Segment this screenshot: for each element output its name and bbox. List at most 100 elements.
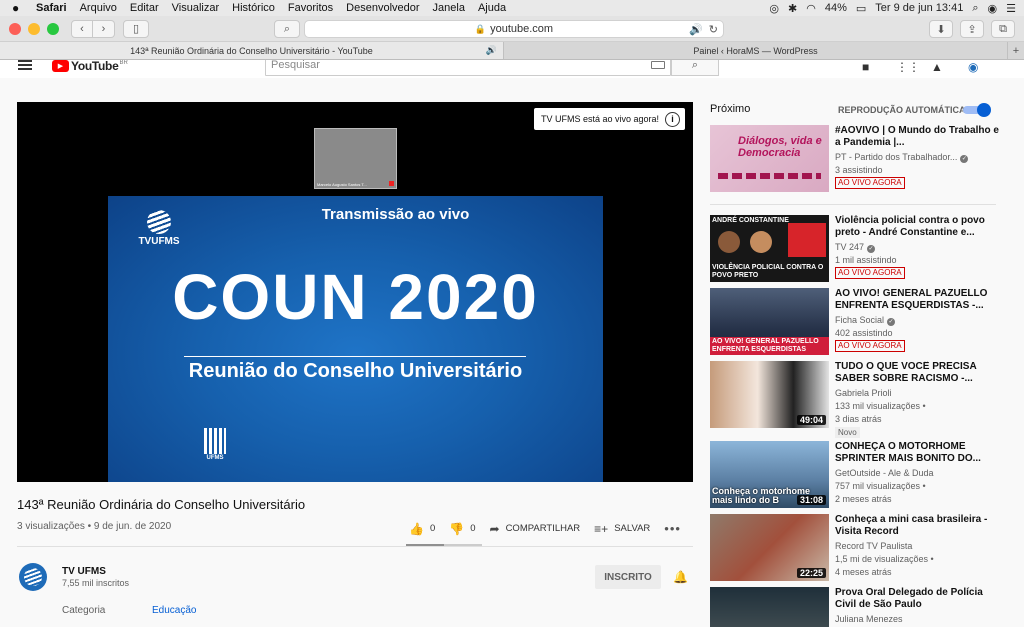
recommendation-item[interactable]: Diálogos, vida e Democracia #AOVIVO | O … xyxy=(710,125,1010,193)
menu-historico[interactable]: Histórico xyxy=(232,2,275,14)
menu-app[interactable]: Safari xyxy=(36,2,67,14)
menu-janela[interactable]: Janela xyxy=(433,2,465,14)
youtube-logo[interactable]: ▶ YouTube BR xyxy=(52,60,128,73)
more-actions-icon[interactable]: ••• xyxy=(664,521,681,536)
thumbnail-text: Diálogos, vida e Democracia xyxy=(738,135,822,159)
channel-avatar[interactable] xyxy=(19,563,47,591)
create-video-icon[interactable]: ■ xyxy=(862,60,869,74)
live-now-badge[interactable]: TV UFMS está ao vivo agora! i xyxy=(533,108,685,130)
rec-channel[interactable]: GetOutside - Ale & Duda xyxy=(835,468,934,478)
rec-title[interactable]: AO VIVO! GENERAL PAZUELLO ENFRENTA ESQUE… xyxy=(835,288,1003,312)
rec-channel-name: TV 247 xyxy=(835,242,865,252)
wifi-icon[interactable]: ◠ xyxy=(806,2,816,15)
address-bar[interactable]: 🔒 youtube.com 🔊 ↻ xyxy=(304,20,724,38)
siri-icon[interactable]: ◉ xyxy=(988,2,998,15)
video-thumbnail[interactable]: 22:25 xyxy=(710,514,829,581)
tab-overview-button[interactable]: ⧉ xyxy=(991,20,1015,38)
rec-title[interactable]: CONHEÇA O MOTORHOME SPRINTER MAIS BONITO… xyxy=(835,441,1003,465)
section-divider xyxy=(17,546,693,547)
rec-channel[interactable]: Record TV Paulista xyxy=(835,541,912,551)
recommendation-item[interactable]: Conheça o motorhome mais lindo do B 31:0… xyxy=(710,441,1010,509)
spotlight-icon[interactable]: ⌕ xyxy=(972,2,978,15)
battery-percent[interactable]: 44% xyxy=(825,2,847,14)
speaker-icon[interactable]: 🔊 xyxy=(486,45,497,56)
category-link[interactable]: Educação xyxy=(152,605,196,616)
menu-icon[interactable] xyxy=(18,60,32,70)
close-window-button[interactable] xyxy=(9,22,21,35)
new-badge: Novo xyxy=(835,427,860,438)
apps-grid-icon[interactable]: ⋮⋮ xyxy=(896,60,920,74)
minimize-window-button[interactable] xyxy=(28,22,40,35)
menu-ajuda[interactable]: Ajuda xyxy=(478,2,506,14)
creative-cloud-icon[interactable]: ◎ xyxy=(769,2,779,15)
account-avatar-icon[interactable]: ◉ xyxy=(968,60,978,74)
menu-favoritos[interactable]: Favoritos xyxy=(288,2,333,14)
video-duration: 49:04 xyxy=(796,415,826,425)
search-toolbar-button[interactable]: ⌕ xyxy=(274,20,300,38)
thumbnail-person xyxy=(718,231,740,253)
keyboard-icon[interactable] xyxy=(651,61,665,69)
sidebar-toggle-button[interactable]: ▯ xyxy=(123,19,149,38)
video-thumbnail[interactable]: AO VIVO! GENERAL PAZUELLO ENFRENTA ESQUE… xyxy=(710,288,829,355)
search-button[interactable]: ⌕ xyxy=(671,60,719,76)
rec-title[interactable]: Violência policial contra o povo preto -… xyxy=(835,215,1003,239)
downloads-button[interactable]: ⬇ xyxy=(929,20,953,38)
rec-channel[interactable]: Juliana Menezes xyxy=(835,614,903,624)
tab-audio-icon[interactable]: 🔊 xyxy=(689,23,703,36)
recommendation-item[interactable]: 22:25 Conheça a mini casa brasileira - V… xyxy=(710,514,1010,582)
save-button[interactable]: ≡+ SALVAR xyxy=(594,522,650,536)
back-button[interactable]: ‹ xyxy=(71,19,93,38)
share-video-button[interactable]: ➦ COMPARTILHAR xyxy=(490,522,581,536)
rec-viewers: 402 assistindo xyxy=(835,328,893,338)
notification-center-icon[interactable]: ☰ xyxy=(1006,2,1016,15)
battery-icon[interactable]: ▭ xyxy=(856,2,866,15)
share-button[interactable]: ⇪ xyxy=(960,20,984,38)
rec-channel[interactable]: Ficha Social ✓ xyxy=(835,315,896,326)
rec-channel[interactable]: Gabriela Prioli xyxy=(835,388,892,398)
video-player[interactable]: TV UFMS está ao vivo agora! i Marcelo Au… xyxy=(17,102,693,482)
search-input[interactable]: Pesquisar xyxy=(265,60,671,76)
video-thumbnail[interactable]: 49:04 xyxy=(710,361,829,428)
reload-icon[interactable]: ↻ xyxy=(709,23,718,36)
info-icon[interactable]: i xyxy=(665,111,680,127)
rec-title[interactable]: TUDO O QUE VOCÊ PRECISA SABER SOBRE RACI… xyxy=(835,361,1003,385)
tab-wordpress[interactable]: Painel ‹ HoraMS — WordPress xyxy=(504,42,1008,59)
recommendation-item[interactable]: Prova Oral Delegado de Polícia Civil de … xyxy=(710,587,1010,627)
thumbnail-caption: AO VIVO! GENERAL PAZUELLO ENFRENTA ESQUE… xyxy=(710,337,829,355)
rec-age: 3 dias atrás xyxy=(835,414,882,424)
address-text: youtube.com xyxy=(490,23,554,35)
channel-name[interactable]: TV UFMS xyxy=(62,566,106,577)
play-logo-icon: ▶ xyxy=(52,60,69,72)
video-thumbnail[interactable]: Diálogos, vida e Democracia xyxy=(710,125,829,192)
recommendation-item[interactable]: AO VIVO! GENERAL PAZUELLO ENFRENTA ESQUE… xyxy=(710,288,1010,356)
menu-desenvolvedor[interactable]: Desenvolvedor xyxy=(346,2,419,14)
notification-bell-icon[interactable]: 🔔 xyxy=(673,570,688,584)
video-thumbnail[interactable] xyxy=(710,587,829,627)
bluetooth-icon[interactable]: ✱ xyxy=(788,2,797,15)
datetime[interactable]: Ter 9 de jun 13:41 xyxy=(875,2,963,14)
video-actions: 👍 0 👎 0 ➦ COMPARTILHAR ≡+ SALVAR ••• xyxy=(409,521,681,536)
rec-title[interactable]: Conheça a mini casa brasileira - Visita … xyxy=(835,514,1003,538)
notifications-bell-icon[interactable]: ▲ xyxy=(931,60,943,74)
dislike-button[interactable]: 👎 0 xyxy=(449,522,475,536)
recommendation-item[interactable]: ANDRÉ CONSTANTINE VIOLÊNCIA POLICIAL CON… xyxy=(710,215,1010,283)
apple-menu-icon[interactable]: ● xyxy=(12,1,28,15)
tab-youtube[interactable]: 143ª Reunião Ordinária do Conselho Unive… xyxy=(0,42,504,59)
autoplay-toggle[interactable] xyxy=(963,103,991,117)
rec-title[interactable]: #AOVIVO | O Mundo do Trabalho e a Pandem… xyxy=(835,125,1003,149)
like-button[interactable]: 👍 0 xyxy=(409,522,435,536)
video-thumbnail[interactable]: Conheça o motorhome mais lindo do B 31:0… xyxy=(710,441,829,508)
video-thumbnail[interactable]: ANDRÉ CONSTANTINE VIOLÊNCIA POLICIAL CON… xyxy=(710,215,829,282)
rec-title[interactable]: Prova Oral Delegado de Polícia Civil de … xyxy=(835,587,1003,611)
rec-channel[interactable]: PT - Partido dos Trabalhador... ✓ xyxy=(835,152,969,163)
recommendation-item[interactable]: 49:04 TUDO O QUE VOCÊ PRECISA SABER SOBR… xyxy=(710,361,1010,438)
subscribe-button[interactable]: INSCRITO xyxy=(595,565,661,589)
new-tab-button[interactable]: + xyxy=(1008,42,1024,59)
forward-button[interactable]: › xyxy=(93,19,115,38)
macos-menubar: ● Safari Arquivo Editar Visualizar Histó… xyxy=(0,0,1024,16)
rec-channel[interactable]: TV 247 ✓ xyxy=(835,242,876,253)
menu-visualizar[interactable]: Visualizar xyxy=(172,2,220,14)
menu-editar[interactable]: Editar xyxy=(130,2,159,14)
menu-arquivo[interactable]: Arquivo xyxy=(80,2,117,14)
zoom-window-button[interactable] xyxy=(47,22,59,35)
